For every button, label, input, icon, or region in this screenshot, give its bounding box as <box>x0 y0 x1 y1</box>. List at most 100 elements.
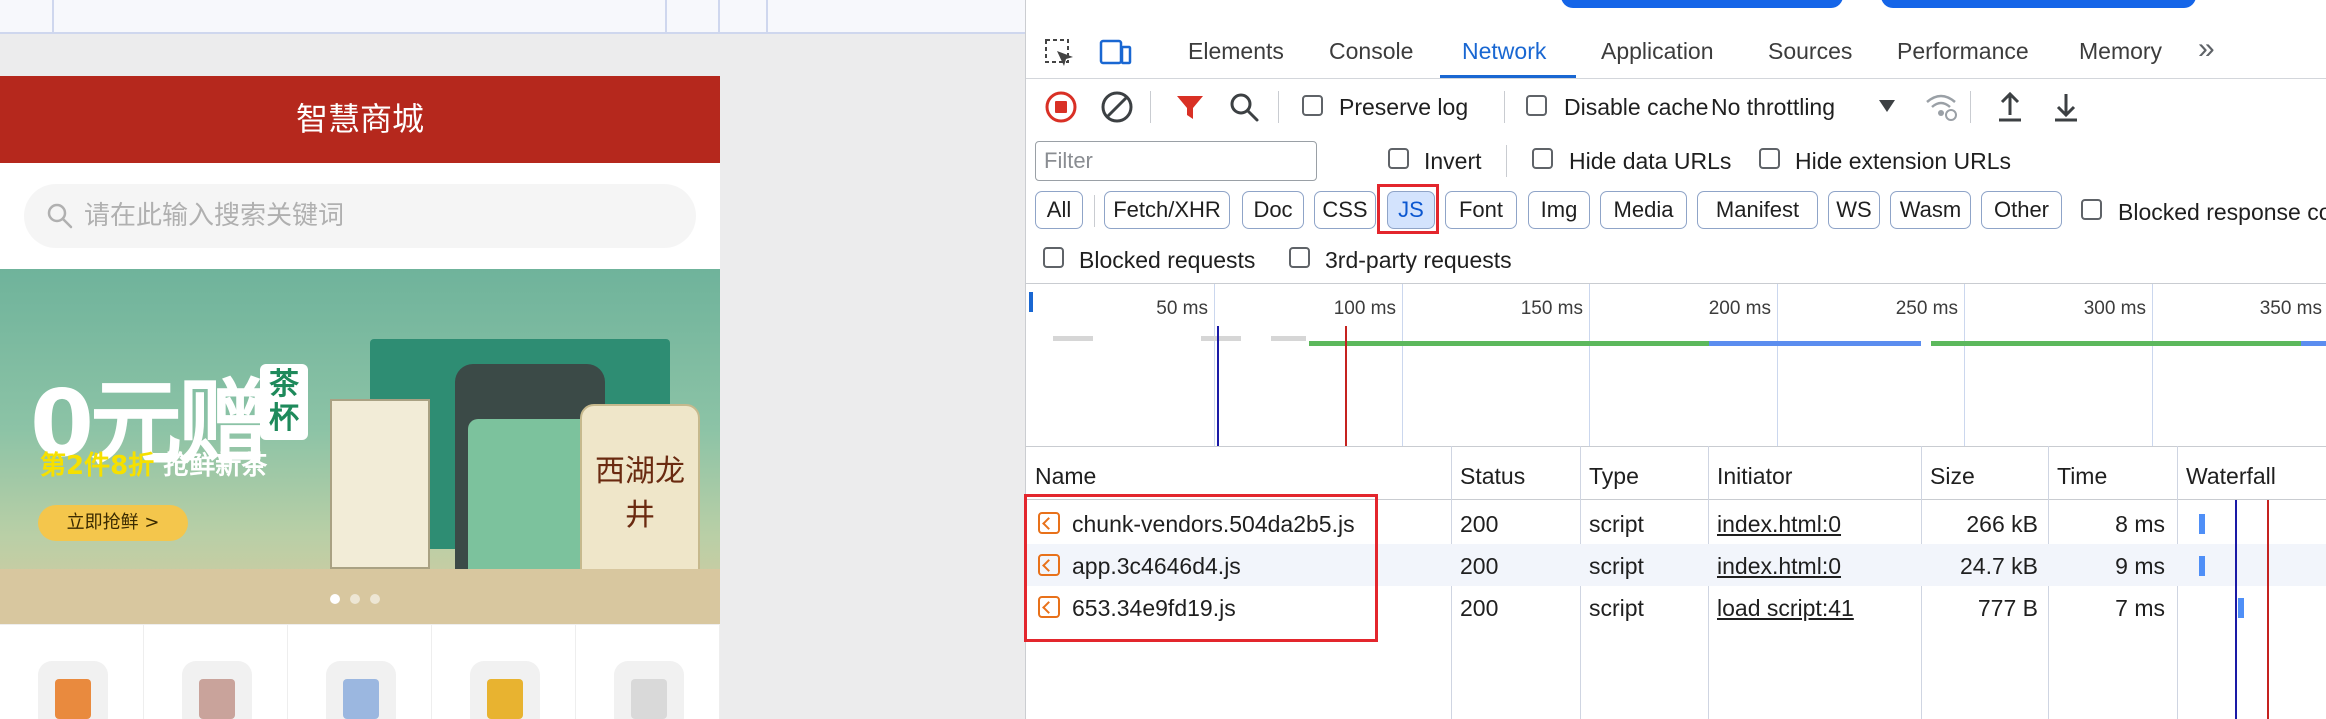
carousel-dot[interactable] <box>370 594 380 604</box>
devtools-tab-bar: Elements Console Network Application Sou… <box>1026 0 2326 78</box>
third-party-requests-checkbox[interactable] <box>1289 247 1310 268</box>
tab-application[interactable]: Application <box>1601 38 1714 65</box>
filter-css[interactable]: CSS <box>1314 191 1376 229</box>
filter-doc[interactable]: Doc <box>1242 191 1304 229</box>
tick-label: 250 ms <box>1895 298 1958 319</box>
gridline <box>1777 284 1778 447</box>
request-status: 200 <box>1460 511 1499 537</box>
tick-label: 150 ms <box>1520 298 1583 319</box>
banner-subline-b: 抢鲜新茶 <box>163 451 268 481</box>
dom-content-loaded-line <box>1217 326 1219 447</box>
page-button-partial[interactable] <box>1881 0 2196 8</box>
throttling-select[interactable]: No throttling <box>1711 94 1835 121</box>
category-item[interactable] <box>0 625 144 719</box>
tab-performance[interactable]: Performance <box>1897 38 2029 65</box>
tab-console[interactable]: Console <box>1329 38 1413 65</box>
import-har-icon[interactable] <box>1992 89 2028 125</box>
category-item[interactable] <box>144 625 288 719</box>
tea-box-image <box>330 399 430 569</box>
search-icon[interactable] <box>1226 89 1262 125</box>
promo-banner[interactable]: 西湖龙井 0元赠 茶杯 第2件8折 抢鲜新茶 立即抢鲜 > <box>0 269 720 624</box>
invert-checkbox[interactable] <box>1388 148 1409 169</box>
devtools-panel: Elements Console Network Application Sou… <box>1024 0 2326 719</box>
request-initiator-link[interactable]: index.html:0 <box>1717 553 1841 580</box>
divider <box>1150 91 1151 123</box>
request-time: 7 ms <box>2115 595 2165 621</box>
divider <box>1094 195 1095 227</box>
divider <box>1970 91 1971 123</box>
filter-all[interactable]: All <box>1035 191 1083 229</box>
waterfall-bar <box>2199 556 2205 576</box>
column-waterfall[interactable]: Waterfall <box>2186 463 2276 490</box>
blocked-requests-checkbox[interactable] <box>1043 247 1064 268</box>
dom-content-loaded-line <box>2235 500 2237 719</box>
blocked-requests-row: Blocked requests 3rd-party requests <box>1026 237 2326 283</box>
tab-network[interactable]: Network <box>1462 38 1546 65</box>
filter-wasm[interactable]: Wasm <box>1890 191 1971 229</box>
invert-label: Invert <box>1424 148 1482 174</box>
blocked-response-cookies-label: Blocked response coo <box>2118 199 2326 225</box>
timeline-handle[interactable] <box>1029 292 1033 312</box>
strip-divider <box>52 0 54 34</box>
filter-input[interactable]: Filter <box>1035 141 1317 181</box>
noodle-icon <box>487 679 523 719</box>
device-toolbar-icon[interactable] <box>1098 35 1132 69</box>
banner-subline: 第2件8折 抢鲜新茶 <box>40 445 267 482</box>
more-tabs-icon[interactable]: » <box>2198 32 2215 66</box>
request-initiator-link[interactable]: index.html:0 <box>1717 511 1841 538</box>
search-bar[interactable]: 请在此输入搜索关键词 <box>24 184 696 248</box>
overview-bar <box>1309 341 1709 346</box>
overview-bar <box>1053 336 1093 341</box>
tab-sources[interactable]: Sources <box>1768 38 1852 65</box>
carousel-dot[interactable] <box>350 594 360 604</box>
waterfall-bar <box>2238 598 2244 618</box>
filter-ws[interactable]: WS <box>1828 191 1880 229</box>
carousel-dot[interactable] <box>330 594 340 604</box>
export-har-icon[interactable] <box>2048 89 2084 125</box>
filter-media[interactable]: Media <box>1600 191 1687 229</box>
tea-can-label <box>468 419 592 579</box>
filter-fetch-xhr[interactable]: Fetch/XHR <box>1104 191 1230 229</box>
hide-extension-urls-checkbox[interactable] <box>1759 148 1780 169</box>
category-item[interactable] <box>432 625 576 719</box>
chevron-down-icon[interactable] <box>1878 99 1896 113</box>
record-stop-icon[interactable] <box>1043 89 1079 125</box>
resource-type-filters: All Fetch/XHR Doc CSS JS Font Img Media … <box>1026 184 2326 237</box>
request-time: 8 ms <box>2115 511 2165 537</box>
hide-data-urls-checkbox[interactable] <box>1532 148 1553 169</box>
carousel-dots <box>330 591 390 604</box>
column-initiator[interactable]: Initiator <box>1717 463 1792 490</box>
blocked-response-cookies-checkbox[interactable] <box>2081 199 2102 220</box>
inspect-element-icon[interactable] <box>1043 37 1077 71</box>
network-overview-timeline[interactable]: 50 ms 100 ms 150 ms 200 ms 250 ms 300 ms… <box>1026 283 2326 447</box>
filter-manifest[interactable]: Manifest <box>1697 191 1818 229</box>
category-row <box>0 624 720 719</box>
requests-table-header: Name Status Type Initiator Size Time Wat… <box>1026 446 2326 500</box>
banner-cta-button[interactable]: 立即抢鲜 > <box>38 505 188 541</box>
disable-cache-checkbox[interactable] <box>1526 95 1547 116</box>
column-time[interactable]: Time <box>2057 463 2107 490</box>
overview-bar <box>1271 336 1306 341</box>
column-name[interactable]: Name <box>1035 463 1096 490</box>
column-type[interactable]: Type <box>1589 463 1639 490</box>
tab-elements[interactable]: Elements <box>1188 38 1284 65</box>
gridline <box>1589 284 1590 447</box>
request-initiator-link[interactable]: load script:41 <box>1717 595 1854 622</box>
category-item[interactable] <box>576 625 720 719</box>
column-status[interactable]: Status <box>1460 463 1525 490</box>
filter-font[interactable]: Font <box>1445 191 1517 229</box>
tab-memory[interactable]: Memory <box>2079 38 2162 65</box>
gridline <box>1964 284 1965 447</box>
category-item[interactable] <box>288 625 432 719</box>
clear-icon[interactable] <box>1099 89 1135 125</box>
page-button-partial[interactable] <box>1561 0 1843 8</box>
network-conditions-icon[interactable] <box>1923 89 1959 125</box>
browser-viewport: 智慧商城 请在此输入搜索关键词 西湖龙井 0元赠 茶杯 第2件8折 抢鲜新茶 立… <box>0 0 1025 719</box>
column-size[interactable]: Size <box>1930 463 1975 490</box>
tick-label: 300 ms <box>2083 298 2146 319</box>
filter-img[interactable]: Img <box>1528 191 1590 229</box>
preserve-log-checkbox[interactable] <box>1302 95 1323 116</box>
filter-other[interactable]: Other <box>1981 191 2062 229</box>
gridline <box>2152 284 2153 447</box>
filter-icon[interactable] <box>1172 89 1208 125</box>
